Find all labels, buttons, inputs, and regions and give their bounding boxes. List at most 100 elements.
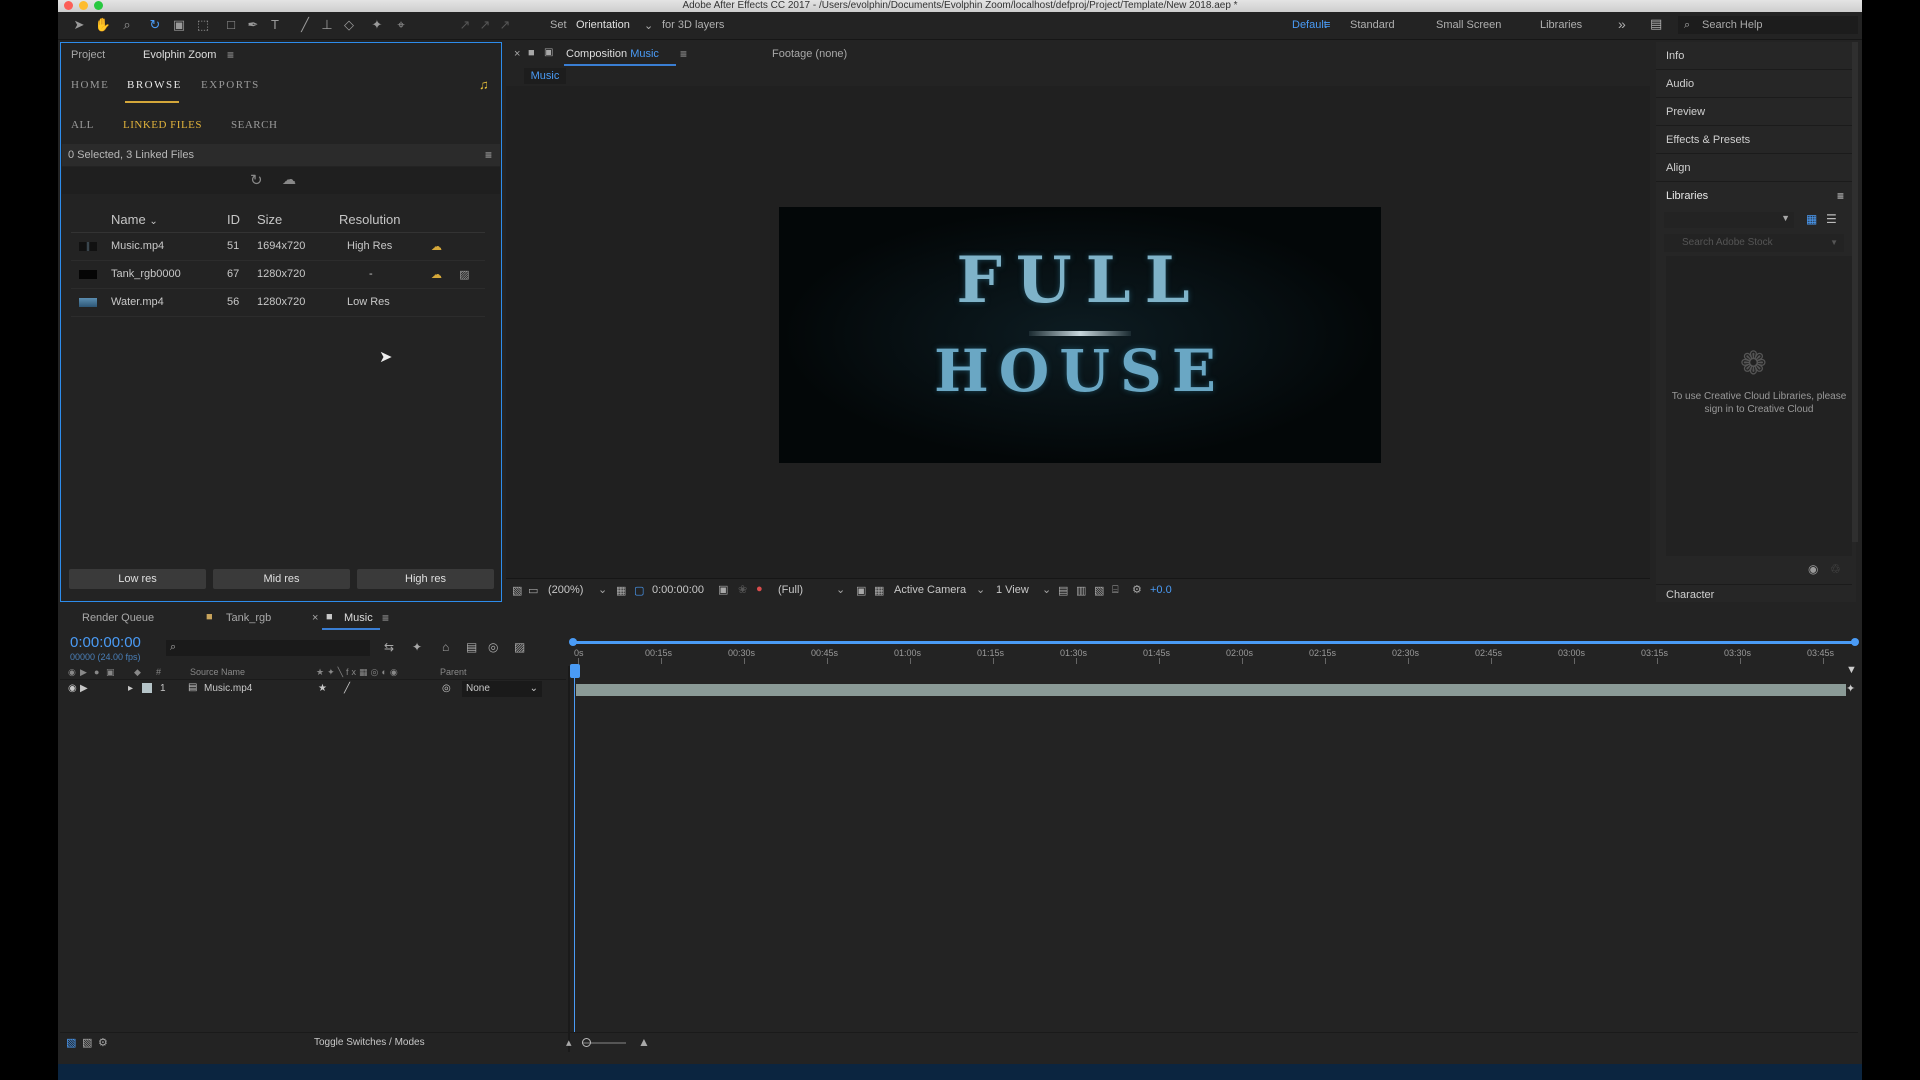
hand-tool-icon[interactable]: ✋ [94, 16, 112, 34]
notification-bell-icon[interactable]: ♫ [479, 77, 489, 92]
quality-switch-icon[interactable]: ╱ [344, 683, 350, 694]
layer-search-input[interactable]: ⌕ [166, 640, 370, 656]
stock-search-input[interactable]: Search Adobe Stock ▼ [1664, 234, 1844, 252]
panel-menu-icon[interactable]: ≡ [382, 611, 389, 625]
cloud-sync-icon[interactable]: ☁ [431, 241, 442, 253]
snapshot-icon[interactable]: ▣ [718, 583, 728, 596]
minimize-window-button[interactable] [79, 1, 88, 10]
table-row[interactable]: Water.mp4 56 1280x720 Low Res [71, 288, 485, 317]
channel-icon[interactable]: ● [756, 583, 763, 595]
comp-mini-flowchart-icon[interactable]: ⇆ [384, 640, 394, 654]
close-tab-icon[interactable]: × [312, 612, 318, 624]
panel-info[interactable]: Info [1656, 42, 1852, 70]
magnification-dropdown[interactable]: (200%) [548, 584, 583, 596]
close-tab-icon[interactable]: × [514, 48, 520, 60]
workspace-menu-icon[interactable]: ≡ [1324, 19, 1330, 31]
timeline-icon[interactable]: ▧ [1094, 584, 1104, 597]
layer-end-icon[interactable]: ✦ [1846, 682, 1855, 695]
fast-previews-icon[interactable]: ▥ [1076, 584, 1086, 597]
mid-res-button[interactable]: Mid res [213, 569, 350, 589]
axis-view-icon[interactable]: ↗ [496, 16, 514, 34]
list-view-icon[interactable]: ☰ [1826, 212, 1837, 226]
transfer-controls-icon[interactable]: ▧ [82, 1036, 92, 1049]
panel-audio[interactable]: Audio [1656, 70, 1852, 98]
grid-view-icon[interactable]: ▦ [1806, 212, 1817, 226]
column-name-header[interactable]: Name ⌄ [111, 208, 227, 233]
refresh-icon[interactable]: ↻ [250, 171, 263, 189]
nav-browse[interactable]: BROWSE [127, 79, 182, 91]
nav-home[interactable]: HOME [71, 79, 109, 91]
chevron-down-icon[interactable]: ⌄ [644, 19, 653, 32]
camera-dropdown[interactable]: Active Camera [894, 584, 966, 596]
roto-brush-tool-icon[interactable]: ✦ [368, 16, 386, 34]
tab-tank-rgb[interactable]: Tank_rgb [226, 612, 271, 624]
panel-align[interactable]: Align [1656, 154, 1852, 182]
image-sequence-icon[interactable]: ▨ [459, 269, 469, 281]
panel-preview[interactable]: Preview [1656, 98, 1852, 126]
high-res-button[interactable]: High res [357, 569, 494, 589]
chevron-down-icon[interactable]: ⌄ [1042, 583, 1051, 596]
rectangle-tool-icon[interactable]: □ [222, 16, 240, 34]
axis-local-icon[interactable]: ↗ [456, 16, 474, 34]
nav-exports[interactable]: EXPORTS [201, 79, 260, 91]
tab-render-queue[interactable]: Render Queue [82, 612, 154, 624]
zoom-tool-icon[interactable]: ⌕ [118, 16, 136, 34]
workspace-small-screen[interactable]: Small Screen [1436, 19, 1501, 31]
padlock-icon[interactable]: ▣ [544, 47, 553, 58]
comp-marker-bin-icon[interactable]: ▼ [1846, 664, 1857, 676]
tab-composition[interactable]: Composition Music [566, 48, 659, 60]
table-row[interactable]: Tank_rgb0000 67 1280x720 - ☁ ▨ [71, 260, 485, 289]
view-layout-dropdown[interactable]: 1 View [996, 584, 1029, 596]
frame-blending-icon[interactable]: ▤ [466, 640, 477, 654]
search-help-field[interactable]: ⌕ Search Help [1678, 16, 1858, 34]
reset-exposure-icon[interactable]: ⚙ [1132, 583, 1142, 596]
chevron-down-icon[interactable]: ⌄ [976, 583, 985, 596]
collapse-switch-icon[interactable]: ★ [318, 683, 327, 694]
clone-stamp-tool-icon[interactable]: ⊥ [318, 16, 336, 34]
library-select[interactable]: ▼ [1664, 212, 1794, 228]
panel-menu-icon[interactable]: ≡ [1837, 182, 1844, 210]
resolution-grid-icon[interactable]: ▦ [616, 584, 626, 597]
work-area-bar[interactable] [569, 638, 1859, 646]
trash-icon[interactable]: ♲ [1830, 562, 1841, 576]
toggle-pixel-aspect-icon[interactable]: ▤ [1058, 584, 1068, 597]
puppet-pin-tool-icon[interactable]: ⌖ [392, 16, 410, 34]
zoom-window-button[interactable] [94, 1, 103, 10]
panel-effects-presets[interactable]: Effects & Presets [1656, 126, 1852, 154]
motion-blur-icon[interactable]: ◎ [488, 640, 498, 654]
subnav-search[interactable]: SEARCH [231, 119, 277, 131]
brush-tool-icon[interactable]: ╱ [296, 16, 314, 34]
work-area-end[interactable] [1851, 638, 1859, 646]
cloud-upload-icon[interactable]: ☁ [282, 171, 296, 188]
pen-tool-icon[interactable]: ✒ [244, 16, 262, 34]
parent-dropdown[interactable]: None ⌄ [462, 681, 542, 697]
layer-row[interactable]: ◉ ▶ ▸ 1 ▤ Music.mp4 ★ ╱ ◎ None ⌄ [60, 681, 566, 698]
comp-breadcrumb-music[interactable]: Music [524, 68, 566, 84]
subnav-linked-files[interactable]: LINKED FILES [123, 119, 202, 131]
tab-project[interactable]: Project [71, 49, 105, 61]
column-size-header[interactable]: Size [257, 208, 339, 233]
transparency-grid-icon[interactable]: ▦ [874, 584, 884, 597]
chevron-down-icon[interactable]: ⌄ [598, 583, 607, 596]
lock-icon[interactable]: ■ [528, 47, 535, 59]
layer-duration-bar[interactable] [576, 684, 1846, 696]
workspace-default[interactable]: Default [1292, 19, 1327, 31]
eraser-tool-icon[interactable]: ◇ [340, 16, 358, 34]
layer-label-color[interactable] [142, 683, 152, 693]
always-preview-icon[interactable]: ▧ [512, 584, 522, 597]
zoom-in-icon[interactable]: ▲ [638, 1035, 650, 1049]
type-tool-icon[interactable]: T [266, 16, 284, 34]
current-time[interactable]: 0:00:00:00 [652, 584, 704, 596]
time-ruler[interactable]: 0s 00:15s 00:30s 00:45s 01:00s 01:15s 01:30s 01… [572, 648, 1856, 666]
tab-footage[interactable]: Footage (none) [772, 48, 847, 60]
visibility-toggle-icon[interactable]: ◉ [68, 683, 77, 694]
column-resolution-header[interactable]: Resolution [339, 208, 431, 233]
zoom-out-icon[interactable]: ▴ [566, 1036, 572, 1049]
resolution-dropdown[interactable]: (Full) [778, 584, 803, 596]
region-of-interest-icon[interactable]: ▣ [856, 584, 866, 597]
panel-libraries[interactable]: Libraries ≡ [1656, 182, 1852, 210]
low-res-button[interactable]: Low res [69, 569, 206, 589]
playhead-handle[interactable] [570, 664, 580, 678]
list-menu-icon[interactable]: ≡ [485, 144, 492, 166]
monitor-icon[interactable]: ▭ [528, 584, 538, 597]
